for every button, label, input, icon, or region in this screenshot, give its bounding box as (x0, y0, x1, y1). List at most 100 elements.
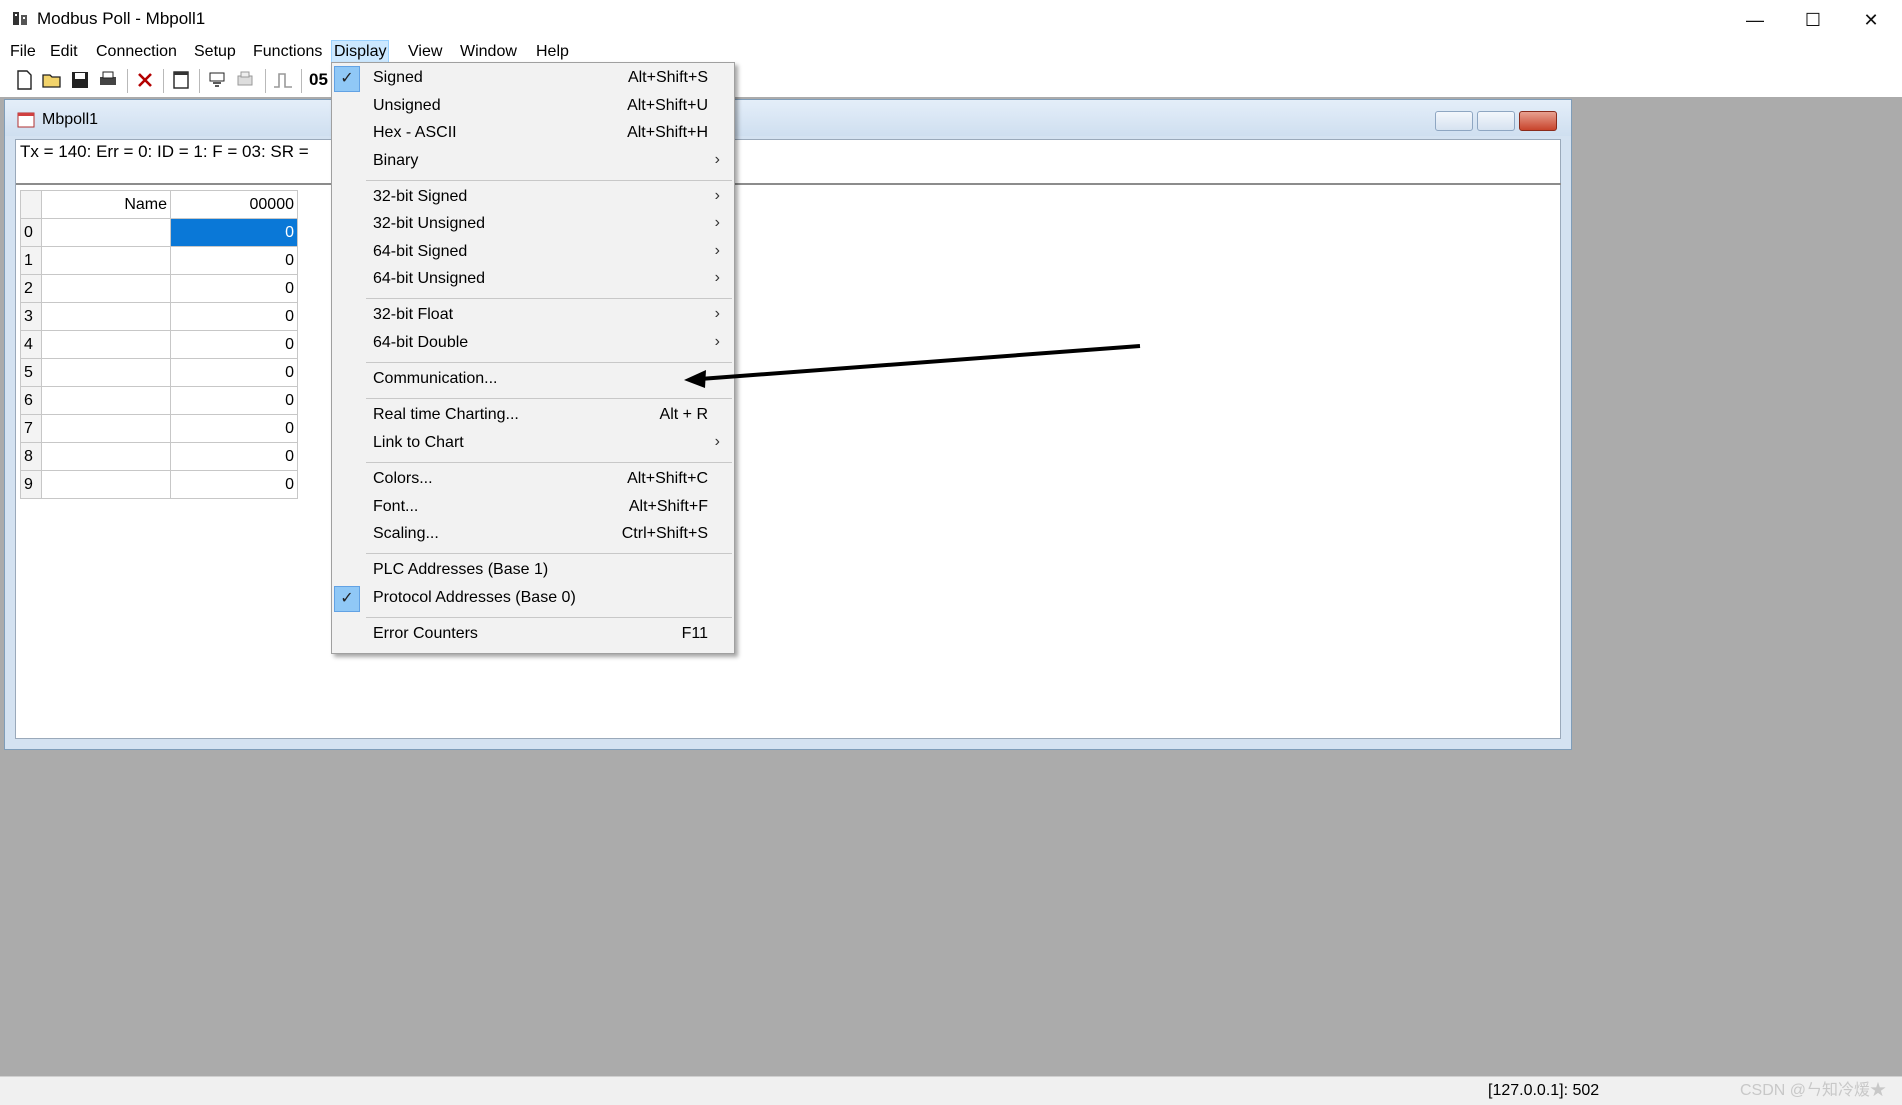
menu-item-label: Colors... (373, 470, 433, 487)
menu-display[interactable]: Display (331, 40, 390, 64)
menu-item-label: 64-bit Unsigned (373, 270, 486, 287)
menu-item-64bit-double[interactable]: 64-bit Double › (332, 331, 734, 357)
minimize-button[interactable]: — (1726, 0, 1784, 40)
row-index: 7 (20, 414, 42, 443)
menu-item-scaling[interactable]: Scaling... Ctrl+Shift+S (332, 522, 734, 548)
column-header-name[interactable]: Name (41, 190, 171, 219)
menu-item-signed[interactable]: ✓ Signed Alt+Shift+S (332, 66, 734, 92)
menu-item-32bit-unsigned[interactable]: 32-bit Unsigned › (332, 212, 734, 238)
menu-item-shortcut: Alt+Shift+U (627, 97, 708, 114)
menu-item-colors[interactable]: Colors... Alt+Shift+C (332, 467, 734, 493)
value-cell[interactable]: 0 (170, 358, 298, 387)
read-icon[interactable] (205, 68, 229, 92)
child-minimize-button[interactable] (1435, 111, 1473, 131)
menu-item-64bit-unsigned[interactable]: 64-bit Unsigned › (332, 267, 734, 293)
table-row[interactable]: 9 0 (20, 470, 298, 499)
menu-item-communication[interactable]: Communication... (332, 367, 734, 393)
menu-file[interactable]: File (8, 40, 38, 64)
name-cell[interactable] (41, 330, 171, 359)
column-header-address[interactable]: 00000 (170, 190, 298, 219)
menu-functions[interactable]: Functions (251, 40, 324, 64)
table-row[interactable]: 1 0 (20, 246, 298, 275)
menu-item-label: Unsigned (373, 97, 441, 114)
submenu-arrow-icon: › (714, 305, 720, 322)
child-restore-button[interactable] (1477, 111, 1515, 131)
window-icon[interactable] (169, 68, 193, 92)
check-icon: ✓ (334, 586, 360, 612)
menu-item-shortcut: Alt+Shift+H (627, 124, 708, 141)
name-cell[interactable] (41, 442, 171, 471)
table-row[interactable]: 7 0 (20, 414, 298, 443)
name-cell[interactable] (41, 470, 171, 499)
menu-separator (366, 180, 732, 181)
table-row[interactable]: 6 0 (20, 386, 298, 415)
menu-item-hex-ascii[interactable]: Hex - ASCII Alt+Shift+H (332, 121, 734, 147)
menu-item-label: 64-bit Double (373, 334, 469, 351)
menu-item-font[interactable]: Font... Alt+Shift+F (332, 495, 734, 521)
function-code-label[interactable]: 05 (309, 70, 328, 90)
child-window-title: Mbpoll1 (42, 111, 99, 128)
menu-connection[interactable]: Connection (94, 40, 179, 64)
write-icon[interactable] (233, 68, 257, 92)
value-cell[interactable]: 0 (170, 246, 298, 275)
menu-setup[interactable]: Setup (192, 40, 238, 64)
name-cell[interactable] (41, 358, 171, 387)
toolbar-separator (127, 69, 128, 93)
value-cell[interactable]: 0 (170, 442, 298, 471)
value-cell[interactable]: 0 (170, 386, 298, 415)
menu-item-protocol-addresses[interactable]: ✓ Protocol Addresses (Base 0) (332, 586, 734, 612)
maximize-button[interactable]: ☐ (1784, 0, 1842, 40)
value-cell[interactable]: 0 (170, 330, 298, 359)
name-cell[interactable] (41, 414, 171, 443)
table-row[interactable]: 0 0 (20, 218, 298, 247)
delete-icon[interactable] (133, 68, 157, 92)
menu-view[interactable]: View (406, 40, 444, 64)
save-icon[interactable] (68, 68, 92, 92)
menu-item-unsigned[interactable]: Unsigned Alt+Shift+U (332, 94, 734, 120)
toolbar: 05 (0, 65, 1902, 98)
new-icon[interactable] (12, 68, 36, 92)
value-cell[interactable]: 0 (170, 414, 298, 443)
menu-help[interactable]: Help (534, 40, 571, 64)
value-cell[interactable]: 0 (170, 218, 298, 247)
menu-item-real-time-charting[interactable]: Real time Charting... Alt + R (332, 403, 734, 429)
menu-item-64bit-signed[interactable]: 64-bit Signed › (332, 240, 734, 266)
menu-item-32bit-signed[interactable]: 32-bit Signed › (332, 185, 734, 211)
submenu-arrow-icon: › (714, 333, 720, 350)
grid-corner (20, 190, 42, 219)
name-cell[interactable] (41, 218, 171, 247)
pulse-icon[interactable] (271, 68, 295, 92)
menu-item-32bit-float[interactable]: 32-bit Float › (332, 303, 734, 329)
row-index: 1 (20, 246, 42, 275)
value-cell[interactable]: 0 (170, 274, 298, 303)
open-icon[interactable] (40, 68, 64, 92)
menu-edit[interactable]: Edit (48, 40, 80, 64)
name-cell[interactable] (41, 246, 171, 275)
table-row[interactable]: 2 0 (20, 274, 298, 303)
child-title-bar[interactable]: Mbpoll1 (5, 100, 1571, 136)
menu-item-shortcut: Alt+Shift+S (627, 69, 708, 86)
menu-item-shortcut: F11 (681, 625, 708, 642)
print-icon[interactable] (96, 68, 120, 92)
menu-item-binary[interactable]: Binary › (332, 149, 734, 175)
toolbar-separator (163, 69, 164, 93)
name-cell[interactable] (41, 274, 171, 303)
menu-item-plc-addresses[interactable]: PLC Addresses (Base 1) (332, 558, 734, 584)
row-index: 9 (20, 470, 42, 499)
name-cell[interactable] (41, 386, 171, 415)
table-row[interactable]: 3 0 (20, 302, 298, 331)
value-cell[interactable]: 0 (170, 470, 298, 499)
table-row[interactable]: 4 0 (20, 330, 298, 359)
toolbar-separator (265, 69, 266, 93)
menu-item-link-to-chart[interactable]: Link to Chart › (332, 431, 734, 457)
child-close-button[interactable] (1519, 111, 1557, 131)
close-button[interactable]: ✕ (1842, 0, 1900, 40)
value-cell[interactable]: 0 (170, 302, 298, 331)
table-row[interactable]: 5 0 (20, 358, 298, 387)
menu-item-label: Font... (373, 498, 419, 515)
menu-window[interactable]: Window (458, 40, 519, 64)
table-row[interactable]: 8 0 (20, 442, 298, 471)
menu-item-error-counters[interactable]: Error Counters F11 (332, 622, 734, 648)
menu-item-shortcut: Alt + R (659, 406, 708, 423)
name-cell[interactable] (41, 302, 171, 331)
